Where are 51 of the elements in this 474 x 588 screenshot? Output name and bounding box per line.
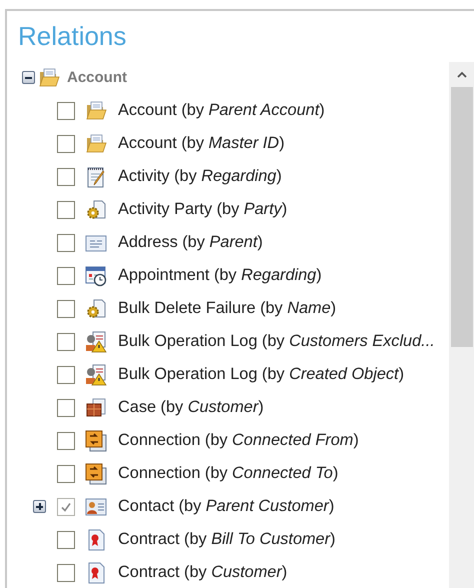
tree-item-label[interactable]: Appointment (by Regarding)	[118, 266, 322, 285]
case-icon	[85, 398, 107, 418]
log-warning-icon	[85, 330, 107, 352]
checkbox[interactable]	[57, 564, 75, 582]
checkbox[interactable]	[57, 200, 75, 218]
tree-item-label[interactable]: Activity (by Regarding)	[118, 167, 282, 186]
tree-item-label[interactable]: Contract (by Customer)	[118, 563, 288, 582]
checkbox[interactable]	[57, 464, 75, 482]
scroll-up-icon[interactable]	[456, 71, 468, 79]
checkbox[interactable]	[57, 234, 75, 252]
tree-item-label[interactable]: Bulk Delete Failure (by Name)	[118, 299, 336, 318]
tree-item-label[interactable]: Contact (by Parent Customer)	[118, 497, 334, 516]
notepad-icon	[85, 166, 107, 188]
address-card-icon	[85, 232, 107, 252]
checkbox[interactable]	[57, 134, 75, 152]
tree-item-label[interactable]: Contract (by Bill To Customer)	[118, 530, 336, 549]
checkbox[interactable]	[57, 168, 75, 186]
checkbox[interactable]	[57, 266, 75, 284]
tree-item-label[interactable]: Case (by Customer)	[118, 398, 264, 417]
checkbox[interactable]	[57, 398, 75, 416]
checkbox[interactable]	[57, 300, 75, 318]
folder-icon	[38, 68, 60, 88]
tree-item-label[interactable]: Bulk Operation Log (by Customers Exclud...	[118, 332, 435, 351]
checkbox[interactable]	[57, 530, 75, 548]
calendar-clock-icon	[85, 264, 107, 286]
tree-item-label[interactable]: Account (by Parent Account)	[118, 101, 325, 120]
tree-item-label[interactable]: Bulk Operation Log (by Created Object)	[118, 365, 404, 384]
checkmark-icon	[60, 500, 72, 512]
tree-item-label[interactable]: Connection (by Connected From)	[118, 431, 359, 450]
connection-icon	[85, 462, 107, 484]
contact-card-icon	[85, 496, 107, 516]
folder-icon	[85, 134, 107, 154]
tree-item-label[interactable]: Address (by Parent)	[118, 233, 263, 252]
checkbox[interactable]	[57, 102, 75, 120]
checkbox[interactable]	[57, 498, 75, 516]
scrollbar[interactable]	[449, 62, 474, 588]
checkbox[interactable]	[57, 366, 75, 384]
panel-title: Relations	[17, 20, 128, 53]
tree-item-label[interactable]: Account (by Master ID)	[118, 134, 284, 153]
gear-document-icon	[85, 198, 107, 220]
collapse-icon[interactable]	[22, 71, 35, 84]
connection-icon	[85, 430, 107, 452]
log-warning-icon	[85, 364, 107, 386]
checkbox[interactable]	[57, 432, 75, 450]
tree-node-label[interactable]: Account	[67, 69, 127, 86]
tree-item-label[interactable]: Connection (by Connected To)	[118, 464, 338, 483]
expand-icon[interactable]	[33, 500, 46, 513]
folder-icon	[85, 100, 107, 120]
gear-document-icon	[85, 298, 107, 320]
tree-item-label[interactable]: Activity Party (by Party)	[118, 200, 288, 219]
checkbox[interactable]	[57, 332, 75, 350]
